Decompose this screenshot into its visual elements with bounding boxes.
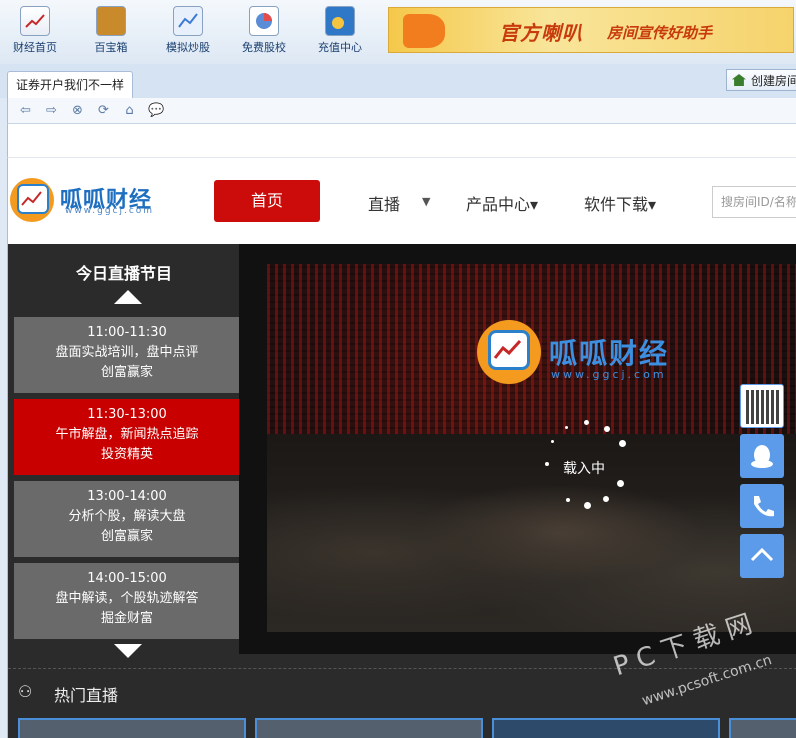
program-host: 创富赢家	[100, 529, 153, 544]
video-logo-url: www.ggcj.com	[551, 368, 667, 381]
program-host: 掘金财富	[100, 611, 153, 626]
program-host: 投资精英	[100, 447, 153, 462]
app-toolbar: 财经首页 百宝箱 模拟炒股 免费股校 充值中心 官方喇叭 房间宣传好助手	[0, 0, 796, 65]
create-room-button[interactable]: 创建房间	[726, 69, 796, 91]
program-host: 创富赢家	[100, 365, 153, 380]
site-logo[interactable]	[10, 178, 58, 226]
scroll-down-icon[interactable]	[114, 644, 142, 658]
hot-live-thumbnail[interactable]	[18, 718, 246, 738]
home-nav-icon[interactable]: ⌂	[122, 103, 137, 118]
stock-sim-button[interactable]: 模拟炒股	[158, 6, 218, 55]
nav-live[interactable]: 直播	[368, 191, 400, 215]
program-time: 11:30-13:00	[87, 407, 167, 422]
program-topic: 分析个股，解读大盘	[68, 509, 186, 524]
megaphone-icon	[403, 14, 445, 48]
video-logo-chart-icon	[488, 330, 530, 370]
video-player[interactable]: 呱呱财经 www.ggcj.com 载入中	[239, 244, 796, 654]
toolbar-label: 免费股校	[242, 41, 286, 54]
back-icon[interactable]: ⇦	[18, 103, 33, 118]
program-time: 13:00-14:00	[87, 489, 167, 504]
treasure-box-icon	[96, 6, 126, 36]
forward-icon[interactable]: ⇨	[44, 103, 59, 118]
tab-active[interactable]: 证券开户我们不一样	[7, 71, 134, 99]
hot-live-thumbnail[interactable]	[729, 718, 796, 738]
stock-school-icon	[249, 6, 279, 36]
qr-code-icon	[746, 390, 780, 424]
schedule-title: 今日直播节目	[75, 264, 172, 283]
hot-live-title: 热门直播	[54, 686, 119, 705]
program-item[interactable]: 11:00-11:30 盘面实战培训，盘中点评 创富赢家	[14, 317, 240, 393]
chevron-up-icon	[750, 547, 774, 562]
logo-chart-icon	[17, 184, 49, 214]
qq-icon	[751, 445, 773, 468]
finance-home-button[interactable]: 财经首页	[5, 6, 65, 55]
browser-nav-bar: ⇦ ⇨ ⊗ ⟳ ⌂ 💬	[7, 98, 796, 124]
scroll-up-icon[interactable]	[114, 290, 142, 304]
qq-button[interactable]	[740, 434, 784, 478]
nav-home[interactable]: 首页	[214, 180, 320, 222]
search-input[interactable]: 搜房间ID/名称	[712, 186, 796, 218]
promo-banner[interactable]: 官方喇叭 房间宣传好助手	[388, 7, 794, 53]
banner-main-text: 官方喇叭	[499, 21, 583, 45]
program-time: 14:00-15:00	[87, 571, 167, 586]
nav-products[interactable]: 产品中心▾	[466, 191, 538, 215]
recharge-icon	[325, 6, 355, 36]
banner-sub-text: 房间宣传好助手	[607, 24, 713, 42]
program-topic: 午市解盘，新闻热点追踪	[55, 427, 199, 442]
stock-school-button[interactable]: 免费股校	[234, 6, 294, 55]
divider	[8, 668, 796, 669]
phone-button[interactable]	[740, 484, 784, 528]
toolbar-label: 充值中心	[318, 41, 362, 54]
phone-icon	[754, 496, 774, 517]
nav-download[interactable]: 软件下载▾	[584, 191, 656, 215]
recharge-button[interactable]: 充值中心	[310, 6, 370, 55]
chat-icon[interactable]: 💬	[148, 103, 164, 118]
chevron-down-icon[interactable]: ▼	[422, 195, 430, 208]
program-time: 11:00-11:30	[87, 325, 167, 340]
toolbar-label: 百宝箱	[94, 41, 128, 54]
tab-bar: 证券开户我们不一样	[0, 64, 796, 99]
hot-live-thumbnail[interactable]	[492, 718, 720, 738]
toolbar-label: 财经首页	[13, 41, 57, 54]
video-logo-text: 呱呱财经	[549, 337, 670, 370]
logo-url: www.ggcj.com	[65, 206, 155, 216]
toolbar-label: 模拟炒股	[166, 41, 210, 54]
back-to-top-button[interactable]	[740, 534, 784, 578]
program-item[interactable]: 14:00-15:00 盘中解读，个股轨迹解答 掘金财富	[14, 563, 240, 639]
hot-live-thumbnail[interactable]	[255, 718, 483, 738]
treasure-box-button[interactable]: 百宝箱	[81, 6, 141, 55]
program-topic: 盘中解读，个股轨迹解答	[55, 591, 199, 606]
program-item-active[interactable]: 11:30-13:00 午市解盘，新闻热点追踪 投资精英	[14, 399, 240, 475]
home-icon	[732, 74, 746, 86]
refresh-icon[interactable]: ⟳	[96, 103, 111, 118]
program-item[interactable]: 13:00-14:00 分析个股，解读大盘 创富赢家	[14, 481, 240, 557]
live-camera-icon: ⚇	[18, 682, 33, 701]
program-topic: 盘面实战培训，盘中点评	[55, 345, 199, 360]
video-crowd	[267, 434, 796, 632]
loading-text: 载入中	[563, 461, 605, 477]
stock-sim-icon	[173, 6, 203, 36]
finance-home-icon	[20, 6, 50, 36]
create-room-label: 创建房间	[751, 74, 796, 88]
qr-code-button[interactable]	[740, 384, 784, 428]
video-frame: 呱呱财经 www.ggcj.com 载入中	[267, 264, 796, 632]
site-header: 呱呱财经 www.ggcj.com 首页 直播 ▼ 产品中心▾ 软件下载▾ 搜房…	[7, 158, 796, 244]
address-area	[7, 124, 796, 158]
stop-icon[interactable]: ⊗	[70, 103, 85, 118]
